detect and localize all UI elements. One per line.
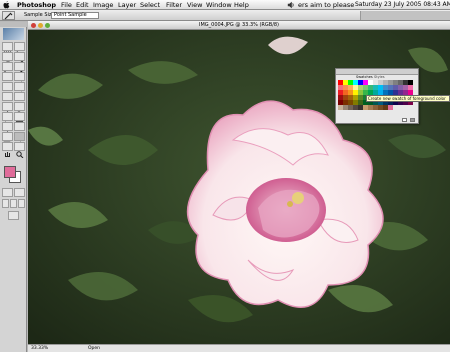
zoom-window-icon[interactable] [45,23,50,28]
eyedropper-icon [4,12,13,20]
status-info: Open [88,346,101,351]
move-tool-icon[interactable] [14,42,25,58]
menu-view[interactable]: View [187,0,202,10]
healing-brush-tool-icon[interactable] [2,72,13,86]
app-menu[interactable]: Photoshop [17,0,56,10]
notes-tool-icon[interactable] [2,132,13,148]
menu-filter[interactable]: Filter [166,0,182,10]
type-tool-icon[interactable] [14,112,25,128]
menu-layer[interactable]: Layer [118,0,136,10]
foreground-color-swatch[interactable] [4,166,16,178]
menu-help[interactable]: Help [234,0,249,10]
eyedropper-tool-icon[interactable] [14,132,25,148]
document-titlebar[interactable]: IMG_0004.JPG @ 33.3% (RGB/8) [28,21,450,30]
screen-mode-standard-icon[interactable] [2,199,9,208]
jump-to-imageready-icon[interactable] [8,211,19,220]
marquee-tool-icon[interactable] [2,42,13,58]
shape-tool-icon[interactable] [14,122,25,137]
eraser-tool-icon[interactable] [2,92,13,106]
options-bar: Sample Size: Point Sample [0,10,450,21]
image-canvas[interactable]: Swatches Styles [28,30,450,344]
styles-tab[interactable]: Styles [374,75,385,79]
screen-mode-full-menu-icon[interactable] [10,199,17,208]
menu-clock[interactable]: Saturday 23 July 2005 08:43 AM [355,0,450,10]
status-bar: 33.33% Open [28,344,450,352]
hand-tool-icon[interactable] [2,142,13,157]
trash-icon[interactable] [410,118,415,122]
document-title: IMG_0004.JPG @ 33.3% (RGB/8) [198,22,280,28]
history-brush-tool-icon[interactable] [14,82,25,98]
speaker-icon[interactable] [287,1,295,9]
lasso-tool-icon[interactable] [2,52,13,67]
adobe-logo-icon[interactable] [3,28,24,40]
menu-select[interactable]: Select [140,0,160,10]
screen-mode-full-icon[interactable] [18,199,25,208]
tooltip: Create new swatch of foreground color [366,95,450,102]
gradient-tool-icon[interactable] [14,92,25,107]
pen-tool-icon[interactable] [2,122,13,136]
menu-edit[interactable]: Edit [76,0,89,10]
menu-bar: Photoshop File Edit Image Layer Select F… [0,0,450,10]
new-swatch-icon[interactable] [402,118,407,122]
document-window: IMG_0004.JPG @ 33.3% (RGB/8) Swatches St… [28,21,450,352]
toolbox [0,22,27,352]
clone-stamp-tool-icon[interactable] [2,82,13,98]
standard-mode-icon[interactable] [2,188,13,197]
brush-tool-icon[interactable] [14,72,25,88]
menu-window[interactable]: Window [206,0,232,10]
apple-menu-icon[interactable] [3,1,10,9]
menu-file[interactable]: File [61,0,72,10]
menu-image[interactable]: Image [93,0,113,10]
sample-size-select[interactable]: Point Sample [51,12,99,19]
quick-mask-mode-icon[interactable] [14,188,25,197]
swatches-tab[interactable]: Swatches [356,75,373,79]
crop-tool-icon[interactable] [2,62,13,78]
tool-preset-picker[interactable] [2,11,15,20]
zoom-tool-icon[interactable] [14,142,25,159]
menu-extra-text: ers aim to please [298,1,355,9]
blur-tool-icon[interactable] [2,102,13,118]
zoom-level[interactable]: 33.33% [31,345,48,352]
close-window-icon[interactable] [31,23,36,28]
toolbox-titlebar[interactable] [0,22,27,27]
slice-tool-icon[interactable] [14,62,25,78]
minimize-window-icon[interactable] [38,23,43,28]
path-select-tool-icon[interactable] [2,112,13,128]
magic-wand-tool-icon[interactable] [14,52,25,68]
palette-well[interactable] [360,11,450,20]
dodge-tool-icon[interactable] [14,102,25,117]
